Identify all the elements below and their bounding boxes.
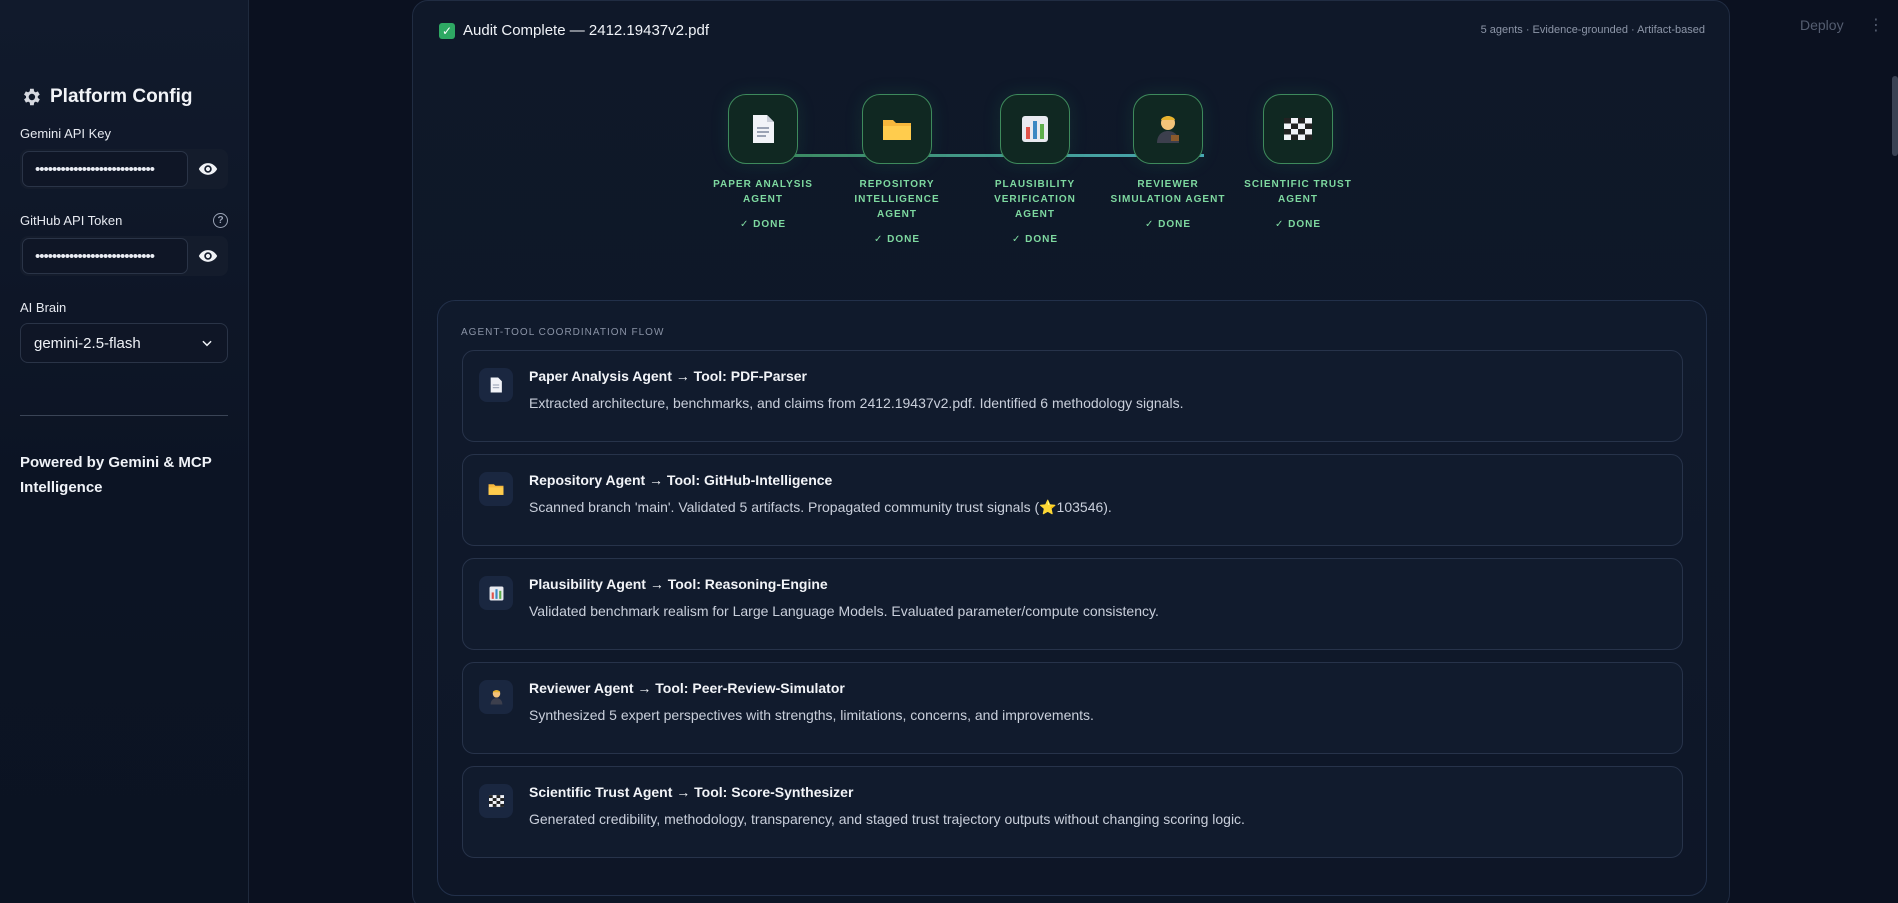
folder-icon	[862, 94, 932, 164]
pipeline-node-name: Scientific Trust Agent	[1244, 179, 1352, 205]
flow-item-plausibility: Plausibility Agent → Tool: Reasoning-Eng…	[462, 558, 1683, 650]
folder-icon	[479, 472, 513, 506]
github-token-input[interactable]: ••••••••••••••••••••••••••••	[22, 238, 188, 274]
show-github-token-button[interactable]	[188, 236, 228, 276]
gemini-key-field: ••••••••••••••••••••••••••••	[20, 149, 228, 189]
flow-item-description: Generated credibility, methodology, tran…	[529, 811, 1245, 827]
checkmark-icon: ✓	[439, 22, 455, 39]
gemini-key-input[interactable]: ••••••••••••••••••••••••••••	[22, 151, 188, 187]
github-token-label: GitHub API Token ?	[20, 213, 228, 228]
main-menu-icon[interactable]: ⋮	[1868, 15, 1884, 35]
flow-item-reviewer: Reviewer Agent → Tool: Peer-Review-Simul…	[462, 662, 1683, 754]
bar-chart-icon	[1000, 94, 1070, 164]
gemini-key-label: Gemini API Key	[20, 126, 228, 141]
flow-item-description: Scanned branch 'main'. Validated 5 artif…	[529, 499, 1112, 515]
ai-brain-label: AI Brain	[20, 300, 228, 315]
pipeline-node-name: Reviewer Simulation Agent	[1110, 179, 1226, 205]
flow-item-title: Scientific Trust Agent → Tool: Score-Syn…	[529, 784, 854, 800]
audit-title: Audit Complete — 2412.19437v2.pdf	[463, 22, 709, 39]
flow-item-repository: Repository Agent → Tool: GitHub-Intellig…	[462, 454, 1683, 546]
pipeline-node-repository: Repository Intelligence Agent ✓ DONE	[837, 94, 957, 245]
coordination-flow-panel: AGENT-TOOL COORDINATION FLOW Paper Analy…	[437, 300, 1707, 896]
pipeline-node-status: ✓ DONE	[739, 219, 787, 230]
show-gemini-key-button[interactable]	[188, 149, 228, 189]
audit-meta: 5 agents · Evidence-grounded · Artifact-…	[1480, 24, 1705, 36]
sidebar: Platform Config Gemini API Key •••••••••…	[0, 0, 249, 903]
flow-item-title: Reviewer Agent → Tool: Peer-Review-Simul…	[529, 680, 845, 696]
pipeline-node-scientific-trust: Scientific Trust Agent ✓ DONE	[1238, 94, 1358, 230]
powered-by-text: Powered by Gemini & MCP Intelligence	[20, 454, 212, 496]
eye-icon	[198, 163, 218, 175]
deploy-button[interactable]: Deploy	[1800, 17, 1844, 33]
gear-icon	[24, 88, 40, 106]
ai-brain-value: gemini-2.5-flash	[34, 334, 141, 352]
checkered-flag-icon	[479, 784, 513, 818]
pipeline-node-reviewer: Reviewer Simulation Agent ✓ DONE	[1108, 94, 1228, 230]
github-token-label-text: GitHub API Token	[20, 213, 123, 228]
bar-chart-icon	[479, 576, 513, 610]
pipeline-node-paper-analysis: Paper Analysis Agent ✓ DONE	[703, 94, 823, 230]
sidebar-divider	[20, 415, 228, 416]
document-icon	[728, 94, 798, 164]
ai-brain-label-text: AI Brain	[20, 300, 67, 315]
flow-item-title: Repository Agent → Tool: GitHub-Intellig…	[529, 472, 833, 488]
pipeline-node-status: ✓ DONE	[1144, 219, 1192, 230]
scrollbar-thumb[interactable]	[1892, 76, 1898, 156]
ai-brain-select[interactable]: gemini-2.5-flash	[20, 323, 228, 363]
sidebar-title: Platform Config	[20, 86, 228, 108]
github-token-field: ••••••••••••••••••••••••••••	[20, 236, 228, 276]
pipeline-node-status: ✓ DONE	[1011, 234, 1059, 245]
reviewer-icon	[479, 680, 513, 714]
chevron-down-icon	[202, 340, 212, 347]
flow-item-description: Extracted architecture, benchmarks, and …	[529, 395, 1184, 411]
pipeline-node-status: ✓ DONE	[1274, 219, 1322, 230]
flow-section-label: AGENT-TOOL COORDINATION FLOW	[461, 327, 665, 338]
pipeline-node-name: Plausibility Verification Agent	[994, 179, 1076, 220]
flow-item-title: Paper Analysis Agent → Tool: PDF-Parser	[529, 368, 807, 384]
help-icon[interactable]: ?	[213, 213, 228, 228]
flow-item-title: Plausibility Agent → Tool: Reasoning-Eng…	[529, 576, 828, 592]
sidebar-title-text: Platform Config	[50, 86, 193, 107]
flow-item-scientific-trust: Scientific Trust Agent → Tool: Score-Syn…	[462, 766, 1683, 858]
checkered-flag-icon	[1263, 94, 1333, 164]
gemini-key-label-text: Gemini API Key	[20, 126, 112, 141]
reviewer-icon	[1133, 94, 1203, 164]
pipeline-node-name: Paper Analysis Agent	[713, 179, 813, 205]
flow-item-description: Synthesized 5 expert perspectives with s…	[529, 707, 1094, 723]
pipeline-node-name: Repository Intelligence Agent	[854, 179, 940, 220]
pipeline-node-plausibility: Plausibility Verification Agent ✓ DONE	[975, 94, 1095, 245]
agent-pipeline: Paper Analysis Agent ✓ DONE Repository I…	[413, 94, 1729, 254]
pipeline-node-status: ✓ DONE	[873, 234, 921, 245]
flow-item-paper-analysis: Paper Analysis Agent → Tool: PDF-Parser …	[462, 350, 1683, 442]
flow-item-description: Validated benchmark realism for Large La…	[529, 603, 1159, 619]
audit-header: ✓ Audit Complete — 2412.19437v2.pdf	[439, 22, 709, 39]
document-icon	[479, 368, 513, 402]
audit-card: ✓ Audit Complete — 2412.19437v2.pdf 5 ag…	[412, 0, 1730, 903]
eye-icon	[198, 250, 218, 262]
